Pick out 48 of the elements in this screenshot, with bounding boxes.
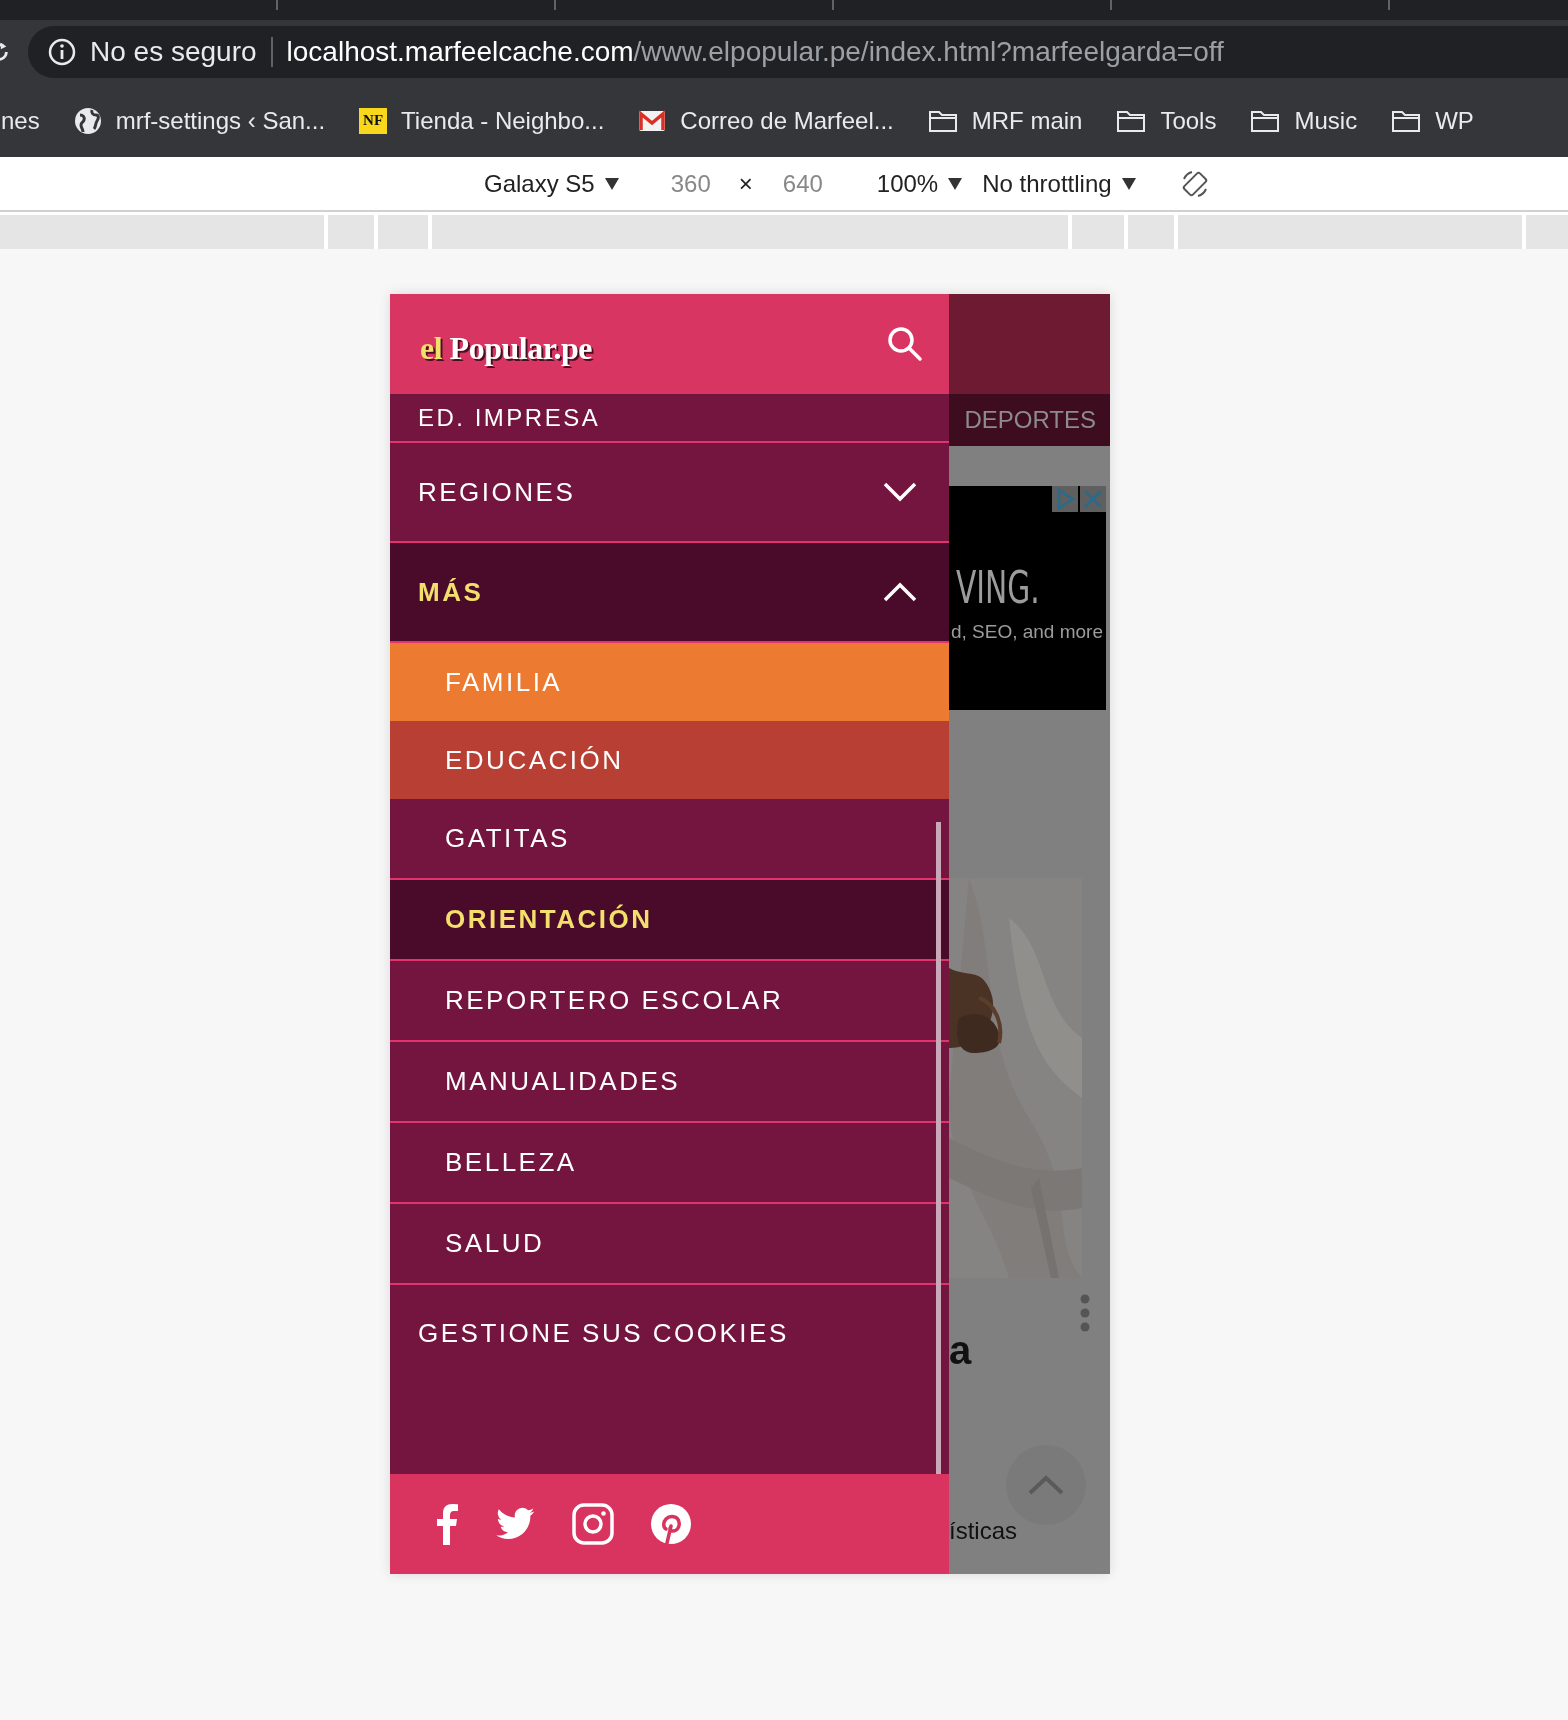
site-logo-icon: NF — [359, 107, 388, 134]
section-tab[interactable]: DEPORTES — [949, 394, 1110, 446]
twitter-icon[interactable] — [496, 1507, 536, 1541]
height-field[interactable]: 640 — [782, 169, 823, 198]
caret-icon[interactable] — [1121, 177, 1136, 190]
globe-icon — [73, 106, 102, 135]
ad-headline: VING. — [956, 562, 1040, 613]
url-text[interactable]: localhost.marfeelcache.com/www.elpopular.pe/index.html?marfeelgarda=off — [286, 36, 1224, 68]
menu-section[interactable]: MÁS — [390, 543, 949, 643]
ad-tagline: d, SEO, and more — [950, 621, 1103, 643]
width-field[interactable]: 360 — [670, 169, 711, 198]
submenu-item[interactable]: ORIENTACIÓN — [390, 880, 949, 961]
submenu-item[interactable]: EDUCACIÓN — [390, 721, 949, 799]
chevron-up-icon[interactable] — [883, 582, 917, 602]
mail-icon — [638, 109, 667, 132]
zoom-dropdown[interactable]: 100% — [876, 169, 963, 198]
caret-icon[interactable] — [604, 177, 619, 190]
chevron-up-icon — [1028, 1475, 1064, 1495]
folder-icon — [927, 108, 958, 133]
menu-item[interactable]: ED. IMPRESA — [390, 394, 949, 443]
chevron-down-icon[interactable] — [883, 482, 917, 502]
bookmark-link[interactable]: MRF main — [971, 106, 1083, 135]
headline-text: a — [949, 1328, 973, 1373]
instagram-icon[interactable] — [572, 1503, 614, 1545]
bookmark-link[interactable]: Tienda - Neighbo... — [401, 106, 605, 135]
security-label[interactable]: No es seguro — [90, 36, 257, 68]
scrollbar[interactable] — [936, 822, 941, 1474]
search-icon[interactable] — [887, 326, 923, 362]
bookmark-link[interactable]: nes — [1, 106, 40, 135]
pinterest-icon[interactable] — [650, 1503, 692, 1545]
caret-icon[interactable] — [948, 177, 963, 190]
facebook-icon[interactable] — [436, 1503, 460, 1545]
caption-text: ísticas — [949, 1517, 1018, 1545]
bookmark-link[interactable]: Music — [1294, 106, 1358, 135]
bookmark-link[interactable]: WP — [1435, 106, 1474, 135]
bookmark-link[interactable]: Tools — [1160, 106, 1217, 135]
address-bar[interactable]: No es seguro localhost.marfeelcache.com/www.elpopular.pe/index.html?marfeelgarda=off — [28, 26, 1568, 78]
site-logo[interactable]: el Popular.pe — [420, 329, 592, 367]
throttling-dropdown[interactable]: No throttling — [982, 169, 1136, 198]
cookie-settings-link[interactable]: GESTIONE SUS COOKIES — [390, 1285, 949, 1474]
folder-icon — [1391, 108, 1422, 133]
device-dropdown[interactable]: Galaxy S5 — [484, 169, 619, 198]
info-icon — [48, 38, 76, 66]
folder-icon — [1116, 108, 1147, 133]
dimension-separator: × — [738, 169, 753, 198]
bookmark-link[interactable]: mrf-settings ‹ San... — [115, 106, 326, 135]
bookmark-link[interactable]: Correo de Marfeel... — [680, 106, 894, 135]
folder-icon — [1250, 108, 1281, 133]
